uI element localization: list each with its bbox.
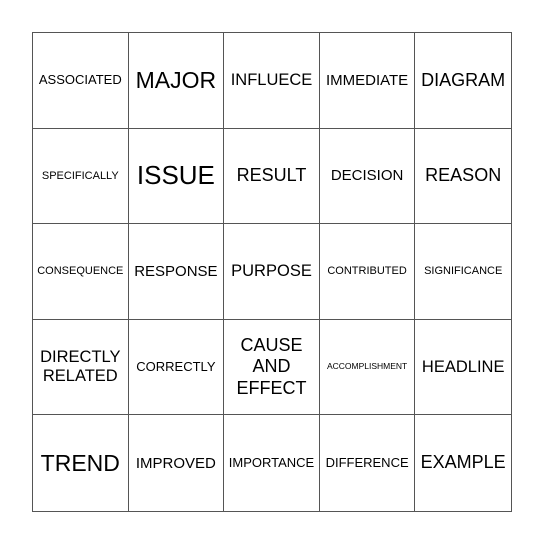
cell-word: ASSOCIATED	[38, 71, 122, 87]
bingo-cell[interactable]: IMPROVED	[129, 415, 225, 511]
cell-word: SPECIFICALLY	[41, 169, 119, 182]
bingo-cell[interactable]: CONSEQUENCE	[33, 224, 129, 320]
bingo-cell[interactable]: SIGNIFICANCE	[415, 224, 511, 320]
cell-word: INFLUECE	[230, 70, 313, 89]
bingo-cell[interactable]: RESULT	[224, 128, 320, 225]
bingo-cell[interactable]: INFLUECE	[224, 33, 320, 129]
cell-word: HEADLINE	[421, 357, 505, 376]
bingo-card: ASSOCIATED MAJOR INFLUECE IMMEDIATE DIAG…	[32, 32, 512, 512]
cell-word: PURPOSE	[231, 262, 312, 280]
bingo-cell[interactable]: DIAGRAM	[415, 33, 511, 129]
cell-word: TREND	[40, 449, 120, 476]
cell-word: RESPONSE	[134, 262, 218, 280]
bingo-cell[interactable]: PURPOSE	[224, 224, 320, 320]
bingo-cell[interactable]: CORRECTLY	[128, 319, 225, 416]
cell-word: DIAGRAM	[421, 69, 506, 90]
cell-word: RESULT	[236, 165, 307, 186]
cell-word: EXAMPLE	[420, 452, 506, 473]
cell-word: REASON	[425, 165, 502, 186]
bingo-cell[interactable]: IMMEDIATE	[319, 33, 416, 129]
cell-word: DIFFERENCE	[325, 454, 409, 470]
cell-word: MAJOR	[135, 67, 217, 94]
bingo-cell[interactable]: SPECIFICALLY	[33, 128, 129, 225]
bingo-cell[interactable]: DIRECTLY RELATED	[33, 319, 129, 416]
cell-word: IMPORTANCE	[228, 454, 315, 470]
bingo-cell[interactable]: ASSOCIATED	[33, 33, 129, 129]
bingo-cell[interactable]: HEADLINE	[415, 320, 511, 416]
bingo-cell[interactable]: DIFFERENCE	[320, 415, 416, 511]
cell-word: DECISION	[330, 167, 404, 185]
bingo-cell[interactable]: TREND	[33, 415, 129, 511]
bingo-cell[interactable]: CONTRIBUTED	[319, 224, 416, 320]
cell-word: IMPROVED	[135, 454, 216, 472]
bingo-cell[interactable]: IMPORTANCE	[224, 415, 320, 511]
cell-word: CONSEQUENCE	[37, 265, 124, 278]
cell-word: ISSUE	[136, 159, 215, 190]
bingo-cell[interactable]: ACCOMPLISHMENT	[319, 319, 416, 416]
cell-word: CONTRIBUTED	[327, 265, 407, 278]
cell-word: IMMEDIATE	[325, 71, 409, 89]
cell-word: CORRECTLY	[136, 358, 216, 374]
bingo-cell[interactable]: ISSUE	[128, 128, 225, 225]
bingo-cell[interactable]: MAJOR	[128, 33, 225, 129]
cell-word: DIRECTLY RELATED	[40, 348, 121, 386]
bingo-cell[interactable]: CAUSE AND EFFECT	[224, 319, 320, 416]
bingo-cell[interactable]: REASON	[415, 129, 511, 225]
bingo-cell[interactable]: EXAMPLE	[415, 415, 511, 511]
bingo-cell[interactable]: RESPONSE	[128, 224, 225, 320]
cell-word: ACCOMPLISHMENT	[326, 361, 408, 372]
cell-word: CAUSE AND EFFECT	[236, 334, 307, 398]
cell-word: SIGNIFICANCE	[424, 265, 503, 278]
bingo-cell[interactable]: DECISION	[319, 128, 416, 225]
